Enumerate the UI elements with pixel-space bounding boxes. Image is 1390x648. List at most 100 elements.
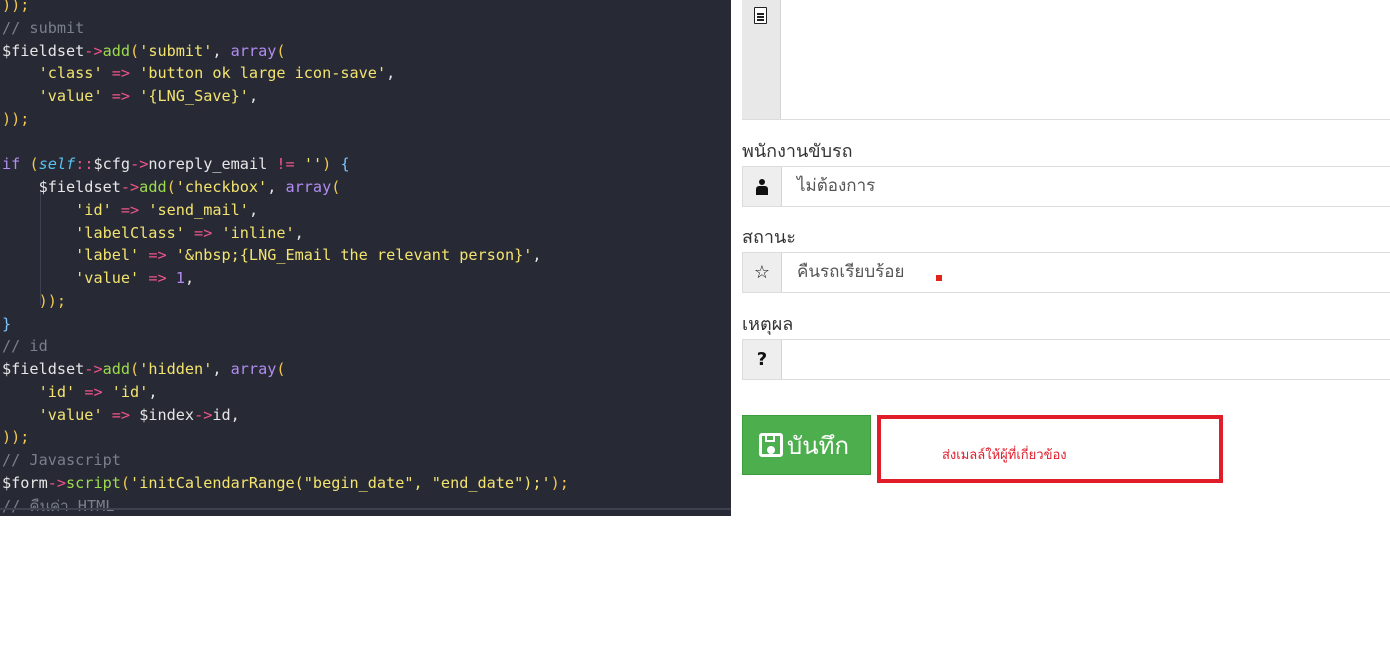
code-line: 'label' => '&nbsp;{LNG_Email the relevan… (2, 244, 541, 266)
annotation-highlight-box: ส่งเมลล์ให้ผู้ที่เกี่ยวข้อง (877, 415, 1223, 483)
code-token: )); (2, 0, 30, 14)
code-token: 'labelClass' (75, 223, 185, 242)
code-token: 'send_mail' (148, 200, 249, 219)
reason-label: เหตุผล (742, 314, 794, 335)
annotation-text: ส่งเมลล์ให้ผู้ที่เกี่ยวข้อง (942, 448, 1067, 463)
code-token: )); (2, 428, 30, 447)
code-token: ) (322, 155, 332, 174)
code-token: 'submit' (139, 41, 213, 60)
code-token: -> (194, 405, 213, 424)
code-token: 'value' (75, 269, 140, 287)
code-token: add (102, 360, 131, 378)
code-line: // Javascript (2, 449, 121, 471)
code-token: 'inline' (221, 223, 295, 242)
save-button[interactable]: บันทึก (742, 415, 871, 475)
status-label: สถานะ (742, 227, 796, 248)
code-line: $fieldset->add('hidden', array( (2, 358, 286, 380)
code-token: -> (47, 473, 67, 492)
status-select[interactable]: ☆ คืนรถเรียบร้อย (742, 252, 1390, 293)
horizontal-scrollbar[interactable] (0, 508, 731, 510)
code-token: 'id' (38, 382, 76, 401)
code-token: 'id' (111, 382, 149, 401)
driver-value: ไม่ต้องการ (797, 176, 876, 196)
code-token: array (230, 360, 277, 378)
code-token: , (212, 360, 231, 378)
code-line: // id (2, 335, 48, 357)
code-token: ( (276, 360, 286, 378)
code-token: ( (276, 41, 286, 60)
code-editor[interactable]: ));// submit $fieldset->add('submit', arr… (0, 0, 731, 516)
code-token: -> (120, 178, 140, 196)
code-token: if (2, 155, 21, 174)
code-line: $form->script('initCalendarRange("begin_… (2, 472, 569, 494)
code-line: // คืนค่า HTML (2, 495, 114, 517)
code-token: array (230, 41, 277, 60)
code-token: , (248, 200, 259, 219)
document-icon (754, 7, 767, 24)
code-token: noreply_email (148, 155, 277, 174)
code-line: $fieldset->add('submit', array( (2, 40, 286, 62)
code-token: add (139, 178, 167, 196)
code-token: self (38, 155, 76, 174)
code-token: )); (2, 109, 30, 128)
code-token: script (66, 473, 121, 492)
textarea-icon-cell (742, 0, 781, 119)
code-token: 'initCalendarRange("begin_date", "end_da… (130, 473, 551, 492)
floppy-disk-icon (759, 433, 783, 457)
code-token: 'hidden' (139, 360, 213, 378)
code-token: ( (331, 178, 341, 196)
code-token: 'checkbox' (175, 178, 268, 196)
code-token: add (102, 41, 131, 60)
code-token: , (148, 382, 158, 401)
code-token: => (194, 223, 213, 242)
save-button-label: บันทึก (787, 431, 849, 460)
code-token: 'value' (38, 87, 103, 105)
code-token: 'label' (75, 246, 140, 265)
code-token: => (111, 87, 131, 105)
code-token: id, (212, 405, 240, 424)
code-token: $index (139, 405, 195, 424)
code-token: 'value' (38, 405, 103, 424)
driver-select[interactable]: ไม่ต้องการ (742, 166, 1390, 207)
code-token: , (267, 178, 286, 196)
code-token: :: (75, 155, 94, 174)
code-token: -> (84, 360, 103, 378)
code-line: 'value' => 1, (2, 267, 194, 289)
code-token: => (120, 200, 140, 219)
code-token: , (184, 269, 195, 287)
code-line: $fieldset->add('checkbox', array( (2, 176, 341, 198)
code-token: ( (166, 178, 176, 196)
reason-icon-cell: ? (743, 340, 782, 379)
code-token: != (276, 155, 295, 174)
code-token: '&nbsp;{LNG_Email the relevant person}' (175, 246, 533, 265)
code-token: ( (130, 360, 140, 378)
code-token: 'id' (75, 200, 112, 219)
code-token: 'class' (38, 64, 103, 83)
code-token: => (111, 64, 131, 83)
code-token: )); (38, 291, 67, 310)
cursor-marker (936, 275, 942, 281)
detail-textarea-field[interactable] (742, 0, 1390, 120)
code-token: } (2, 314, 12, 333)
code-token: '{LNG_Save}' (139, 87, 249, 105)
code-token: => (84, 382, 103, 401)
code-token: ( (29, 155, 39, 174)
code-token: , (294, 223, 304, 242)
reason-input[interactable]: ? (742, 339, 1390, 380)
code-token: -> (130, 155, 149, 174)
